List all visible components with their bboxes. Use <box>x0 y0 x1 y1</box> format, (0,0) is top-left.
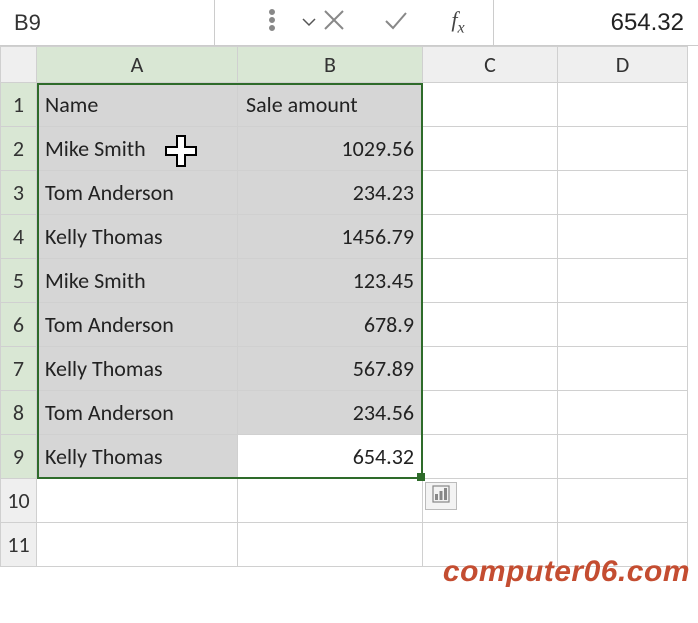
enter-button[interactable] <box>379 6 413 40</box>
cell-C9[interactable] <box>423 435 558 479</box>
cancel-button[interactable] <box>317 6 351 40</box>
col-header-D[interactable]: D <box>558 47 688 83</box>
row-header-9[interactable]: 9 <box>1 435 37 479</box>
formula-bar: fx <box>0 0 698 46</box>
cell-D10[interactable] <box>558 479 688 523</box>
cell-B2[interactable]: 1029.56 <box>238 127 423 171</box>
quick-analysis-button[interactable] <box>425 482 457 510</box>
cell-D4[interactable] <box>558 215 688 259</box>
row-header-7[interactable]: 7 <box>1 347 37 391</box>
cell-A8[interactable]: Tom Anderson <box>37 391 238 435</box>
formula-input[interactable] <box>508 9 684 37</box>
check-icon <box>383 7 409 38</box>
cell-A9[interactable]: Kelly Thomas <box>37 435 238 479</box>
row-header-11[interactable]: 11 <box>1 523 37 567</box>
cell-D1[interactable] <box>558 83 688 127</box>
cell-C1[interactable] <box>423 83 558 127</box>
cell-B7[interactable]: 567.89 <box>238 347 423 391</box>
cell-D2[interactable] <box>558 127 688 171</box>
cell-D8[interactable] <box>558 391 688 435</box>
row-header-3[interactable]: 3 <box>1 171 37 215</box>
cell-C7[interactable] <box>423 347 558 391</box>
cell-A4[interactable]: Kelly Thomas <box>37 215 238 259</box>
quick-analysis-icon <box>432 485 450 508</box>
row-header-8[interactable]: 8 <box>1 391 37 435</box>
cell-B3[interactable]: 234.23 <box>238 171 423 215</box>
close-icon <box>321 7 347 38</box>
insert-function-button[interactable]: fx <box>441 6 475 40</box>
cell-B4[interactable]: 1456.79 <box>238 215 423 259</box>
more-vertical-icon <box>259 7 285 38</box>
cell-B11[interactable] <box>238 523 423 567</box>
more-menu-button[interactable] <box>255 6 289 40</box>
row-header-1[interactable]: 1 <box>1 83 37 127</box>
cell-B1[interactable]: Sale amount <box>238 83 423 127</box>
cell-D5[interactable] <box>558 259 688 303</box>
cell-A5[interactable]: Mike Smith <box>37 259 238 303</box>
row-header-6[interactable]: 6 <box>1 303 37 347</box>
fx-icon: fx <box>451 7 464 37</box>
cell-D7[interactable] <box>558 347 688 391</box>
cell-B8[interactable]: 234.56 <box>238 391 423 435</box>
cell-A10[interactable] <box>37 479 238 523</box>
name-box-wrap <box>0 0 215 45</box>
row-header-4[interactable]: 4 <box>1 215 37 259</box>
cell-D9[interactable] <box>558 435 688 479</box>
col-header-A[interactable]: A <box>37 47 238 83</box>
formula-buttons: fx <box>215 0 494 45</box>
cell-D6[interactable] <box>558 303 688 347</box>
row-header-2[interactable]: 2 <box>1 127 37 171</box>
cell-B5[interactable]: 123.45 <box>238 259 423 303</box>
cell-A3[interactable]: Tom Anderson <box>37 171 238 215</box>
cell-C2[interactable] <box>423 127 558 171</box>
cell-C5[interactable] <box>423 259 558 303</box>
col-header-B[interactable]: B <box>238 47 423 83</box>
cell-C4[interactable] <box>423 215 558 259</box>
cell-C6[interactable] <box>423 303 558 347</box>
cell-B6[interactable]: 678.9 <box>238 303 423 347</box>
watermark-text: computer06.com <box>443 555 690 589</box>
cell-B10[interactable] <box>238 479 423 523</box>
row-header-10[interactable]: 10 <box>1 479 37 523</box>
cell-D3[interactable] <box>558 171 688 215</box>
row-header-5[interactable]: 5 <box>1 259 37 303</box>
cell-A7[interactable]: Kelly Thomas <box>37 347 238 391</box>
cell-C8[interactable] <box>423 391 558 435</box>
cell-B9[interactable]: 654.32 <box>238 435 423 479</box>
spreadsheet-grid[interactable]: A B C D 1 Name Sale amount 2 Mike Smith … <box>0 46 698 567</box>
cell-A2[interactable]: Mike Smith <box>37 127 238 171</box>
cell-C3[interactable] <box>423 171 558 215</box>
cell-A6[interactable]: Tom Anderson <box>37 303 238 347</box>
cell-A11[interactable] <box>37 523 238 567</box>
formula-input-wrap <box>494 0 698 45</box>
cell-A1[interactable]: Name <box>37 83 238 127</box>
col-header-C[interactable]: C <box>423 47 558 83</box>
select-all-corner[interactable] <box>1 47 37 83</box>
